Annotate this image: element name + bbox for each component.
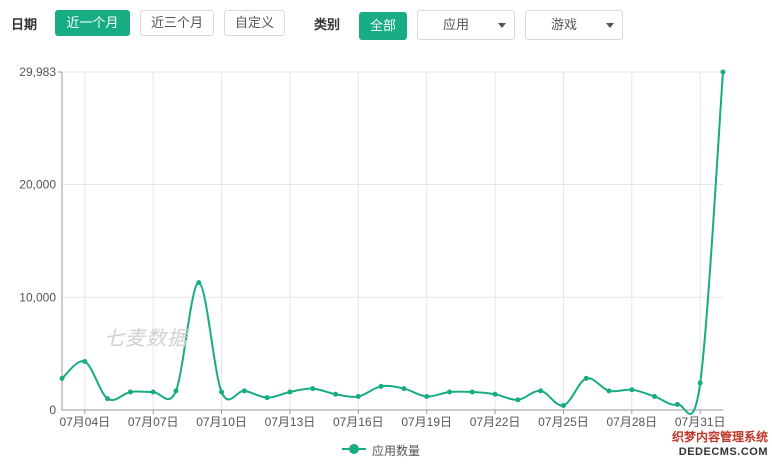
data-point xyxy=(105,396,111,402)
data-point xyxy=(697,380,703,386)
x-tick-label: 07月13日 xyxy=(265,415,316,429)
data-point xyxy=(538,388,544,394)
watermark: 七麦数据 xyxy=(104,328,188,350)
data-point xyxy=(515,397,521,403)
x-tick-label: 07月25日 xyxy=(538,415,589,429)
corner-badge-line1: 织梦内容管理系统 xyxy=(671,430,768,444)
series-line-app-count xyxy=(61,71,724,415)
corner-badge: 织梦内容管理系统 DEDECMS.COM xyxy=(658,430,768,462)
x-tick-label: 07月04日 xyxy=(59,415,110,429)
x-tick-label: 07月10日 xyxy=(196,415,247,429)
data-point xyxy=(469,389,475,395)
data-point xyxy=(446,389,452,395)
x-tick-label: 07月16日 xyxy=(333,415,384,429)
data-point xyxy=(264,395,270,401)
game-category-select[interactable]: 游戏 xyxy=(525,10,623,40)
data-point xyxy=(424,393,430,399)
y-tick-label: 0 xyxy=(49,403,56,417)
corner-badge-line2: DEDECMS.COM xyxy=(678,446,768,458)
data-point xyxy=(378,383,384,389)
date-custom-button[interactable]: 自定义 xyxy=(224,10,285,36)
date-filter-label: 日期 xyxy=(11,17,38,32)
data-point xyxy=(492,391,498,397)
data-point xyxy=(196,280,202,286)
data-point xyxy=(652,393,658,399)
legend-line-marker-icon xyxy=(342,444,366,454)
app-category-select-value: 应用 xyxy=(442,17,469,32)
caret-down-icon xyxy=(498,23,506,28)
legend-label: 应用数量 xyxy=(372,444,421,458)
x-tick-label: 07月28日 xyxy=(606,415,657,429)
category-filter-label: 类别 xyxy=(314,17,341,32)
caret-down-icon xyxy=(606,23,614,28)
x-tick-label: 07月31日 xyxy=(675,415,726,429)
y-tick-label: 10,000 xyxy=(19,290,56,304)
data-point xyxy=(127,389,133,395)
y-tick-label: 29,983 xyxy=(19,65,56,79)
data-point xyxy=(287,389,293,395)
data-point xyxy=(606,388,612,394)
data-point xyxy=(59,375,65,381)
filter-bar: 日期 近一个月 近三个月 自定义 类别 全部 应用 游戏 xyxy=(0,0,772,48)
data-point xyxy=(173,388,179,394)
category-all-button[interactable]: 全部 xyxy=(359,12,407,40)
data-point xyxy=(333,391,339,397)
date-last-month-button[interactable]: 近一个月 xyxy=(55,10,130,36)
x-tick-label: 07月19日 xyxy=(401,415,452,429)
x-tick-label: 07月22日 xyxy=(470,415,521,429)
y-tick-label: 20,000 xyxy=(19,178,56,192)
data-point xyxy=(310,386,316,392)
data-point xyxy=(355,393,361,399)
data-point xyxy=(674,401,680,407)
data-point xyxy=(150,389,156,395)
app-count-line-chart: 0 10,000 20,000 29,983 07月04日 07月07日 07月10日 07月… xyxy=(19,65,726,429)
data-point xyxy=(629,387,635,393)
data-point xyxy=(401,386,407,392)
data-point xyxy=(720,69,726,75)
data-point xyxy=(560,402,566,408)
data-point xyxy=(241,388,247,394)
data-point xyxy=(583,375,589,381)
x-tick-label: 07月07日 xyxy=(128,415,179,429)
data-point xyxy=(219,389,225,395)
app-category-select[interactable]: 应用 xyxy=(417,10,515,40)
game-category-select-value: 游戏 xyxy=(550,17,577,32)
data-point xyxy=(82,359,88,365)
date-last-three-months-button[interactable]: 近三个月 xyxy=(140,10,214,36)
